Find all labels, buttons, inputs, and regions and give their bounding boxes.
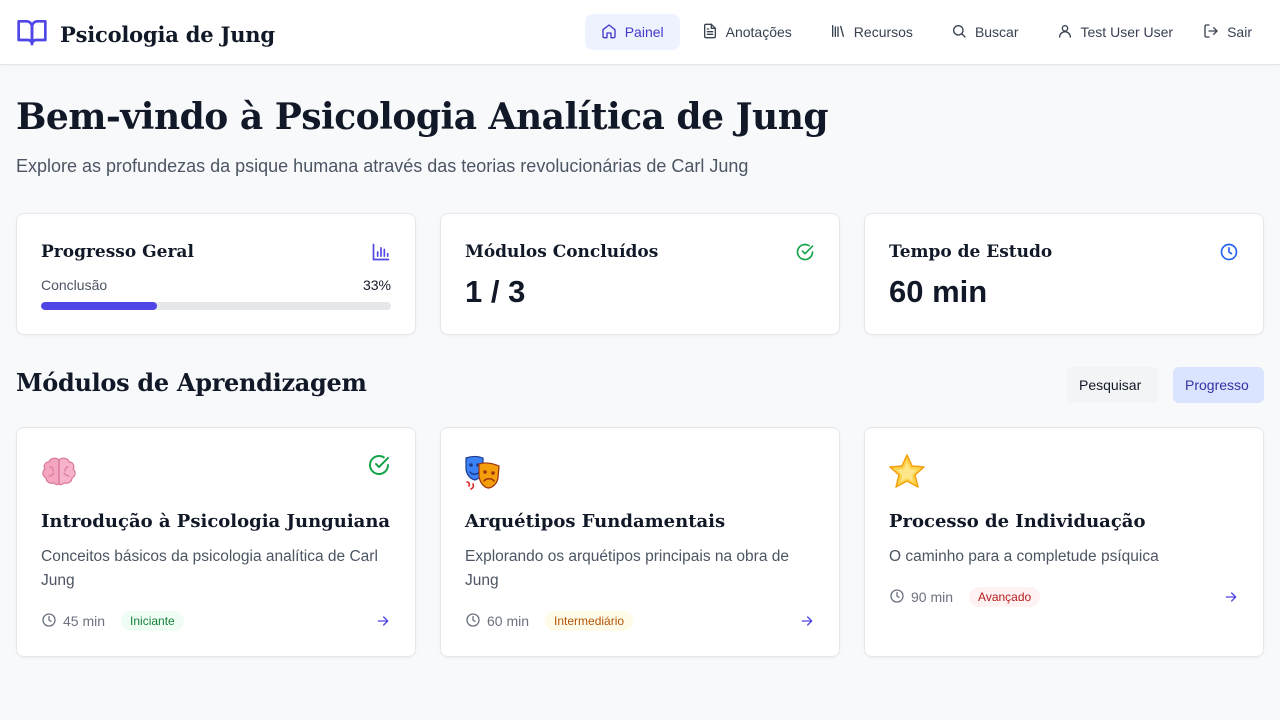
check-circle-icon <box>795 242 815 262</box>
module-title: Arquétipos Fundamentais <box>465 511 726 532</box>
home-icon <box>601 23 617 42</box>
section-title: Módulos de Aprendizagem <box>16 368 367 397</box>
top-navbar: Psicologia de Jung Painel Anotações Recu… <box>0 0 1280 65</box>
brand[interactable]: Psicologia de Jung <box>16 16 275 53</box>
module-meta: 60 min Intermediário <box>465 611 634 631</box>
clock-icon <box>1219 242 1239 262</box>
document-icon <box>702 23 718 42</box>
module-duration: 45 min <box>63 613 106 629</box>
module-description: Conceitos básicos da psicologia analític… <box>41 548 378 589</box>
clock-icon <box>41 612 57 631</box>
nav-notes-label: Anotações <box>725 24 792 40</box>
completed-check-icon <box>367 453 391 477</box>
stat-card-modules: Módulos Concluídos 1 / 3 <box>440 213 840 335</box>
arrow-right-icon[interactable] <box>1223 589 1239 605</box>
user-icon <box>1057 23 1073 42</box>
stat-time-title: Tempo de Estudo <box>889 242 1053 262</box>
module-title: Processo de Individuação <box>889 511 1146 532</box>
nav-search[interactable]: Buscar <box>935 14 1035 50</box>
arrow-right-icon[interactable] <box>375 613 391 629</box>
library-icon <box>830 23 846 42</box>
main-nav: Painel Anotações Recursos Buscar Test Us… <box>584 14 1264 50</box>
search-icon <box>951 23 967 42</box>
module-duration: 90 min <box>911 589 954 605</box>
progress-percent: 33% <box>362 277 391 293</box>
logout-icon <box>1203 23 1219 42</box>
nav-resources[interactable]: Recursos <box>814 14 929 50</box>
nav-resources-label: Recursos <box>853 24 913 40</box>
module-card[interactable]: Processo de Individuação O caminho para … <box>864 427 1264 657</box>
level-badge: Iniciante <box>121 611 184 631</box>
stat-card-time: Tempo de Estudo 60 min <box>864 213 1264 335</box>
module-description: O caminho para a completude psíquica <box>889 548 1159 565</box>
stat-modules-value: 1 / 3 <box>465 274 526 309</box>
level-badge: Intermediário <box>545 611 634 631</box>
nav-user[interactable]: Test User User <box>1041 14 1184 50</box>
clock-icon <box>889 588 905 607</box>
module-meta: 45 min Iniciante <box>41 611 184 631</box>
nav-exit[interactable]: Sair <box>1189 14 1264 50</box>
stat-card-progress: Progresso Geral Conclusão 33% <box>16 213 416 335</box>
arrow-right-icon[interactable] <box>799 613 815 629</box>
progress-bar-fill <box>41 302 157 310</box>
clock-icon <box>465 612 481 631</box>
bar-chart-icon <box>371 242 391 262</box>
nav-exit-label: Sair <box>1227 24 1252 40</box>
brain-icon <box>39 452 79 492</box>
open-book-icon <box>16 16 48 53</box>
module-card[interactable]: Introdução à Psicologia Junguiana Concei… <box>16 427 416 657</box>
page-title: Bem-vindo à Psicologia Analítica de Jung <box>16 96 829 138</box>
nav-notes[interactable]: Anotações <box>686 14 808 50</box>
progress-label: Conclusão <box>41 277 108 293</box>
theater-masks-icon <box>463 452 503 492</box>
star-icon <box>887 452 927 492</box>
page-subtitle: Explore as profundezas da psique humana … <box>16 156 749 176</box>
module-description: Explorando os arquétipos principais na o… <box>465 548 789 589</box>
nav-panel-label: Painel <box>624 24 664 40</box>
brand-name: Psicologia de Jung <box>60 22 275 47</box>
module-title: Introdução à Psicologia Junguiana <box>41 511 391 532</box>
progress-button[interactable]: Progresso <box>1173 367 1264 403</box>
stat-modules-title: Módulos Concluídos <box>465 242 659 262</box>
nav-search-label: Buscar <box>974 24 1019 40</box>
level-badge: Avançado <box>969 587 1041 607</box>
progress-bar <box>41 302 391 310</box>
search-button[interactable]: Pesquisar <box>1067 367 1158 403</box>
stat-progress-title: Progresso Geral <box>41 242 194 262</box>
module-card[interactable]: Arquétipos Fundamentais Explorando os ar… <box>440 427 840 657</box>
module-meta: 90 min Avançado <box>889 587 1041 607</box>
nav-user-label: Test User User <box>1080 24 1174 40</box>
module-duration: 60 min <box>487 613 530 629</box>
stat-time-value: 60 min <box>889 274 988 309</box>
nav-panel[interactable]: Painel <box>584 14 680 50</box>
